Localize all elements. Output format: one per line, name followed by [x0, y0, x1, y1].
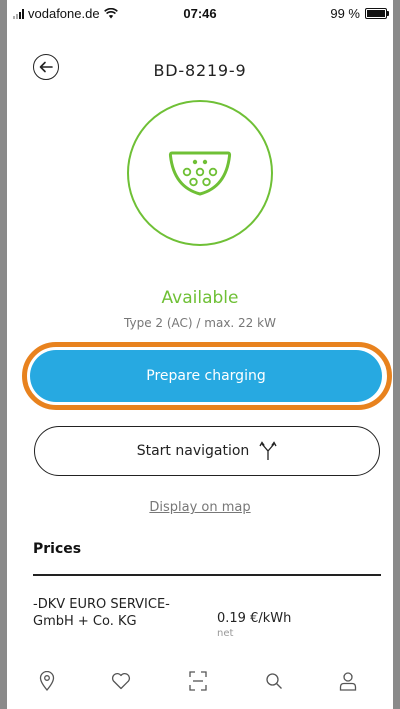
tab-map[interactable]	[33, 667, 61, 695]
start-navigation-label: Start navigation	[136, 443, 250, 459]
availability-status: Available	[161, 288, 239, 308]
heart-icon	[111, 672, 131, 690]
bottom-tab-bar	[7, 655, 393, 709]
tab-favorites[interactable]	[107, 667, 135, 695]
location-pin-icon	[39, 671, 55, 691]
search-icon	[266, 673, 282, 689]
connector-type-info: Type 2 (AC) / max. 22 kW	[124, 316, 276, 330]
app-screen: vodafone.de 07:46 99 % BD-8219-9 Availab…	[7, 0, 393, 709]
divider	[33, 574, 381, 576]
type2-connector-icon	[168, 151, 232, 196]
tab-profile[interactable]	[334, 667, 362, 695]
tab-search[interactable]	[260, 667, 288, 695]
price-value: 0.19 €/kWh	[217, 611, 292, 626]
start-navigation-button[interactable]: Start navigation	[34, 426, 380, 476]
battery-percentage: 99 %	[330, 6, 360, 21]
scan-icon	[189, 671, 207, 691]
price-provider: -DKV EURO SERVICE- GmbH + Co. KG	[33, 597, 170, 629]
battery-icon	[365, 8, 389, 19]
tab-scan[interactable]	[184, 667, 212, 695]
status-bar: vodafone.de 07:46 99 %	[7, 0, 393, 26]
profile-icon	[339, 672, 357, 691]
route-fork-icon	[259, 441, 277, 460]
prices-heading: Prices	[33, 541, 82, 557]
display-on-map-link[interactable]: Display on map	[7, 500, 393, 515]
price-note: net	[217, 628, 234, 639]
connector-status-circle	[127, 100, 273, 246]
prepare-charging-button[interactable]: Prepare charging	[30, 350, 382, 402]
page-title: BD-8219-9	[153, 61, 247, 80]
header: BD-8219-9	[7, 44, 393, 90]
